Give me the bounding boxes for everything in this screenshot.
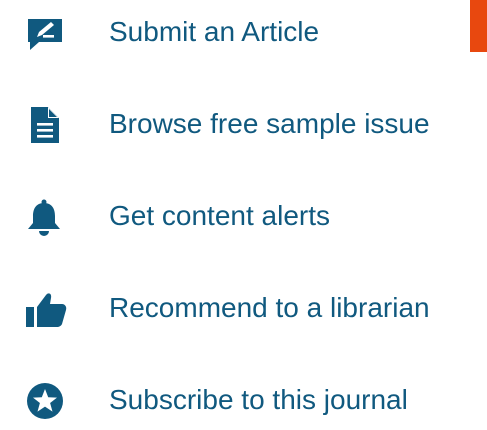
recommend-librarian-link[interactable]: Recommend to a librarian	[0, 278, 480, 338]
submit-article-link[interactable]: Submit an Article	[0, 2, 480, 62]
content-alerts-link[interactable]: Get content alerts	[0, 186, 480, 246]
bell-icon	[22, 197, 68, 237]
recommend-librarian-label: Recommend to a librarian	[109, 292, 430, 323]
content-alerts-label: Get content alerts	[109, 200, 331, 231]
document-icon	[22, 105, 68, 145]
edit-icon	[22, 13, 68, 53]
browse-sample-issue-label: Browse free sample issue	[109, 108, 430, 139]
subscribe-journal-link[interactable]: Subscribe to this journal	[0, 370, 480, 430]
browse-sample-issue-link[interactable]: Browse free sample issue	[0, 94, 480, 154]
journal-actions-menu: Submit an Article Browse free sample iss…	[0, 0, 487, 426]
thumbs-up-icon	[22, 289, 68, 329]
submit-article-label: Submit an Article	[109, 16, 320, 47]
subscribe-journal-label: Subscribe to this journal	[109, 384, 408, 415]
star-circle-icon	[22, 381, 68, 421]
